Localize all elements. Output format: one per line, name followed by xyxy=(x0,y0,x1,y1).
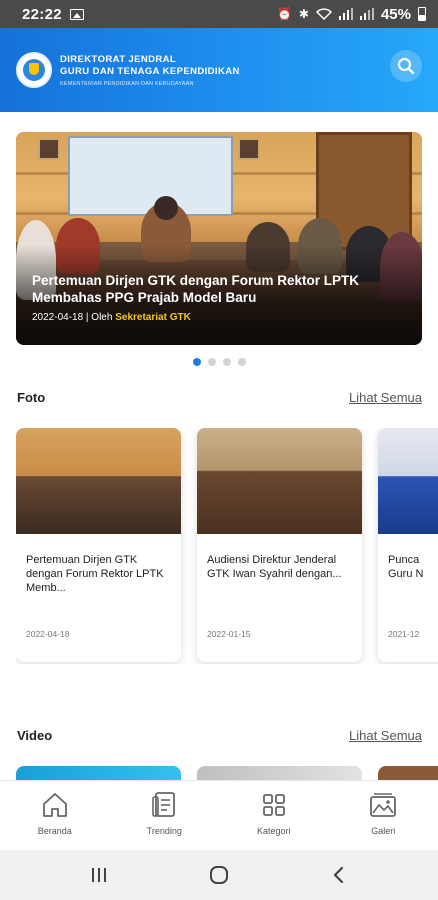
video-card[interactable] xyxy=(197,766,362,780)
nav-item-galeri[interactable]: Galeri xyxy=(329,781,438,850)
banner-title: Pertemuan Dirjen GTK dengan Forum Rektor… xyxy=(32,273,360,305)
battery-percent: 45% xyxy=(380,5,411,23)
photo-card-thumbnail xyxy=(378,428,438,534)
banner-meta: 2022-04-18 | Oleh Sekretariat GTK xyxy=(32,312,191,323)
photo-card-date: 2021-12 xyxy=(388,629,420,639)
photo-card-date: 2022-01-15 xyxy=(207,629,251,639)
video-section-header: Video Lihat Semua xyxy=(17,728,422,743)
banner-author[interactable]: Sekretariat GTK xyxy=(115,312,191,323)
banner-by: | Oleh xyxy=(83,312,116,323)
photo-card-title: Pertemuan Dirjen GTK dengan Forum Rektor… xyxy=(26,554,164,594)
foto-see-all-link[interactable]: Lihat Semua xyxy=(349,390,422,405)
status-time: 22:22 xyxy=(22,5,62,23)
gallery-notification-icon xyxy=(69,8,84,20)
header-title: DIREKTORAT JENDRAL GURU DAN TENAGA KEPEN… xyxy=(60,54,240,87)
video-cards xyxy=(16,766,438,780)
photo-card-thumbnail xyxy=(197,428,362,534)
video-card[interactable] xyxy=(16,766,181,780)
photo-card[interactable]: Pertemuan Dirjen GTK dengan Forum Rektor… xyxy=(16,428,181,662)
grid-icon xyxy=(262,794,285,816)
gallery-icon xyxy=(370,793,397,817)
trending-icon xyxy=(152,792,176,817)
tut-wuri-handayani-logo xyxy=(16,52,52,88)
search-button[interactable] xyxy=(390,50,422,82)
nav-label: Kategori xyxy=(256,826,291,836)
featured-banner[interactable]: Pertemuan Dirjen GTK dengan Forum Rektor… xyxy=(16,132,422,345)
photo-card[interactable]: Punca Guru N 2021-12 xyxy=(378,428,438,662)
signal-icon xyxy=(338,8,353,20)
signal-icon-2 xyxy=(359,8,374,20)
app-header: DIREKTORAT JENDRAL GURU DAN TENAGA KEPEN… xyxy=(0,28,438,112)
back-icon[interactable] xyxy=(329,865,349,885)
carousel-dot-2[interactable] xyxy=(207,358,216,366)
nav-label: Beranda xyxy=(37,826,72,836)
nav-item-trending[interactable]: Trending xyxy=(110,781,220,850)
photo-card-thumbnail xyxy=(16,428,181,534)
nav-label: Galeri xyxy=(371,826,396,836)
banner-photo-screen xyxy=(68,136,233,216)
foto-cards: Pertemuan Dirjen GTK dengan Forum Rektor… xyxy=(16,428,438,664)
foto-section-header: Foto Lihat Semua xyxy=(17,390,422,405)
video-see-all-link[interactable]: Lihat Semua xyxy=(349,728,422,743)
status-icons: ⏰ ✱ 45% xyxy=(277,6,426,23)
bottom-navigation: Beranda Trending Kategori Galeri xyxy=(0,780,438,850)
search-icon xyxy=(397,57,415,75)
nav-item-beranda[interactable]: Beranda xyxy=(0,781,110,850)
photo-card[interactable]: Audiensi Direktur Jenderal GTK Iwan Syah… xyxy=(197,428,362,662)
nav-item-kategori[interactable]: Kategori xyxy=(219,781,329,850)
carousel-dot-4[interactable] xyxy=(237,358,246,366)
foto-section-title: Foto xyxy=(17,390,46,405)
home-icon xyxy=(42,793,67,817)
photo-card-title: Audiensi Direktur Jenderal GTK Iwan Syah… xyxy=(207,554,342,580)
photo-card-date: 2022-04-18 xyxy=(26,629,70,639)
system-navigation-bar xyxy=(0,850,438,900)
recent-apps-icon[interactable] xyxy=(89,865,109,885)
banner-date: 2022-04-18 xyxy=(32,312,84,323)
wifi-icon xyxy=(315,8,332,20)
battery-icon xyxy=(418,7,426,21)
video-section-title: Video xyxy=(17,728,53,743)
header-line-2: GURU DAN TENAGA KEPENDIDIKAN xyxy=(60,65,240,77)
carousel-indicator xyxy=(0,358,438,366)
bluetooth-icon: ✱ xyxy=(298,7,309,21)
home-circle-icon[interactable] xyxy=(208,864,230,886)
video-card[interactable] xyxy=(378,766,438,780)
carousel-dot-1[interactable] xyxy=(192,358,201,366)
header-subtitle: KEMENTERIAN PENDIDIKAN DAN KEBUDAYAAN xyxy=(60,80,194,87)
nav-label: Trending xyxy=(146,826,182,836)
photo-card-title: Punca Guru N xyxy=(388,554,424,580)
status-bar: 22:22 ⏰ ✱ 45% xyxy=(0,0,438,28)
carousel-dot-3[interactable] xyxy=(222,358,231,366)
alarm-icon: ⏰ xyxy=(276,7,292,21)
header-line-1: DIREKTORAT JENDRAL xyxy=(60,53,177,65)
